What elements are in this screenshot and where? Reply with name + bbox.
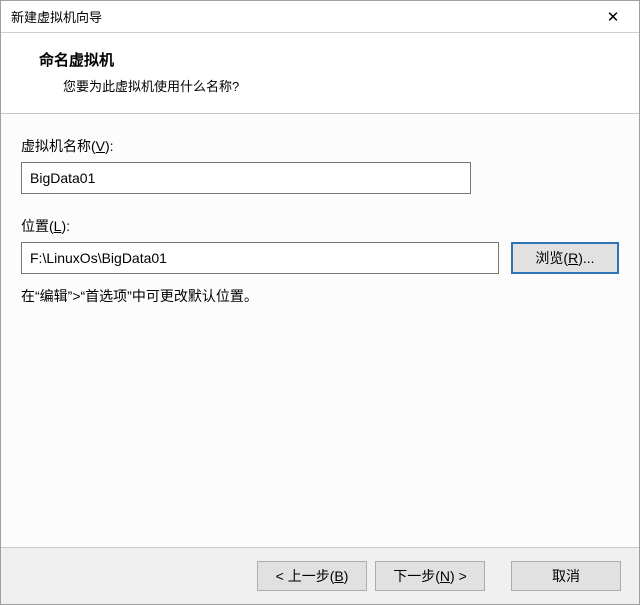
location-label: 位置(L):	[21, 216, 619, 236]
page-title: 命名虚拟机	[39, 49, 619, 70]
close-icon: ✕	[607, 8, 620, 26]
vm-name-input[interactable]	[21, 162, 471, 194]
titlebar: 新建虚拟机向导 ✕	[1, 1, 639, 33]
location-row: 浏览(R)...	[21, 242, 619, 274]
hint-text: 在“编辑”>“首选项”中可更改默认位置。	[21, 286, 619, 306]
next-button[interactable]: 下一步(N) >	[375, 561, 485, 591]
browse-button[interactable]: 浏览(R)...	[511, 242, 619, 274]
window-title: 新建虚拟机向导	[11, 7, 102, 26]
wizard-content: 虚拟机名称(V): 位置(L): 浏览(R)... 在“编辑”>“首选项”中可更…	[1, 113, 639, 548]
cancel-button[interactable]: 取消	[511, 561, 621, 591]
back-button[interactable]: < 上一步(B)	[257, 561, 367, 591]
close-button[interactable]: ✕	[593, 3, 633, 31]
vm-name-label: 虚拟机名称(V):	[21, 136, 619, 156]
wizard-header: 命名虚拟机 您要为此虚拟机使用什么名称?	[1, 33, 639, 113]
page-subtitle: 您要为此虚拟机使用什么名称?	[39, 76, 619, 95]
wizard-footer: < 上一步(B) 下一步(N) > 取消	[1, 548, 639, 604]
wizard-window: 新建虚拟机向导 ✕ 命名虚拟机 您要为此虚拟机使用什么名称? 虚拟机名称(V):…	[0, 0, 640, 605]
location-input[interactable]	[21, 242, 499, 274]
